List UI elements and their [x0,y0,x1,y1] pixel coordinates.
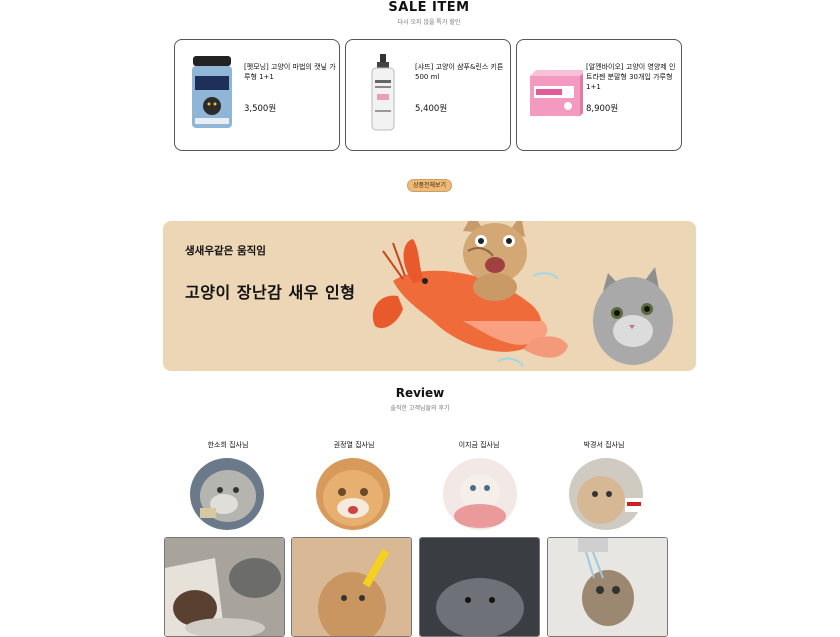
cat-eating-photo [165,538,284,636]
product-card[interactable]: [샤뜨] 고양이 샴푸&린스 키튼 500 ml 5,400원 [345,39,511,151]
reviewer-avatar[interactable] [443,458,517,530]
view-all-products-button[interactable]: 상품전체보기 [407,179,452,192]
product-price: 5,400원 [415,104,448,114]
product-card[interactable]: [펫모닝] 고양이 마법의 캣닢 가루형 1+1 3,500원 [174,39,340,151]
reviewer-name: 권정열 집사님 [333,441,375,449]
cat-shrimp-toy-illustration [372,221,673,367]
review-photo[interactable] [547,537,668,637]
supplement-box-icon [530,70,583,116]
review-photo[interactable] [419,537,540,637]
reviewer-avatar[interactable] [569,458,643,530]
reviewer-avatar[interactable] [190,458,264,530]
reviewer-name: 한소희 집사님 [207,441,249,449]
reviewer-avatar[interactable] [316,458,390,530]
review-photo[interactable] [164,537,285,637]
cat-photo-icon [443,458,517,530]
cat-photo-icon [316,458,390,530]
reviewer-name: 이지금 집사님 [458,441,500,449]
product-name: [샤뜨] 고양이 샴푸&린스 키튼 500 ml [415,63,504,81]
review-title: Review [395,386,445,400]
product-name: [펫모닝] 고양이 마법의 캣닢 가루형 1+1 [244,63,336,81]
product-card[interactable]: [알껜바이오] 고양이 영양제 인트라젠 분말형 30개입 가루형 1+1 8,… [516,39,682,151]
reviewer-name: 박경서 집사님 [583,441,625,449]
shampoo-bottle-icon [371,54,395,131]
product-name: [알껜바이오] 고양이 영양제 인트라젠 분말형 30개입 가루형 1+1 [586,63,676,91]
grey-cat-photo [420,538,539,636]
promo-banner[interactable]: 생새우같은 움직임 고양이 장난감 새우 인형 [163,221,696,371]
cat-bathing-photo [548,538,667,636]
review-subtitle: 솔직한 고객님들의 후기 [390,405,450,412]
cat-photo-icon [190,458,264,530]
cat-licking-photo [292,538,411,636]
product-price: 3,500원 [244,104,277,114]
sale-subtitle: 다시 오지 않을 특가 할인 [397,19,461,26]
sale-title: SALE ITEM [388,0,470,15]
cat-photo-icon [569,458,643,530]
review-photo[interactable] [291,537,412,637]
product-price: 8,900원 [586,104,619,114]
catnip-jar-icon [192,56,232,128]
